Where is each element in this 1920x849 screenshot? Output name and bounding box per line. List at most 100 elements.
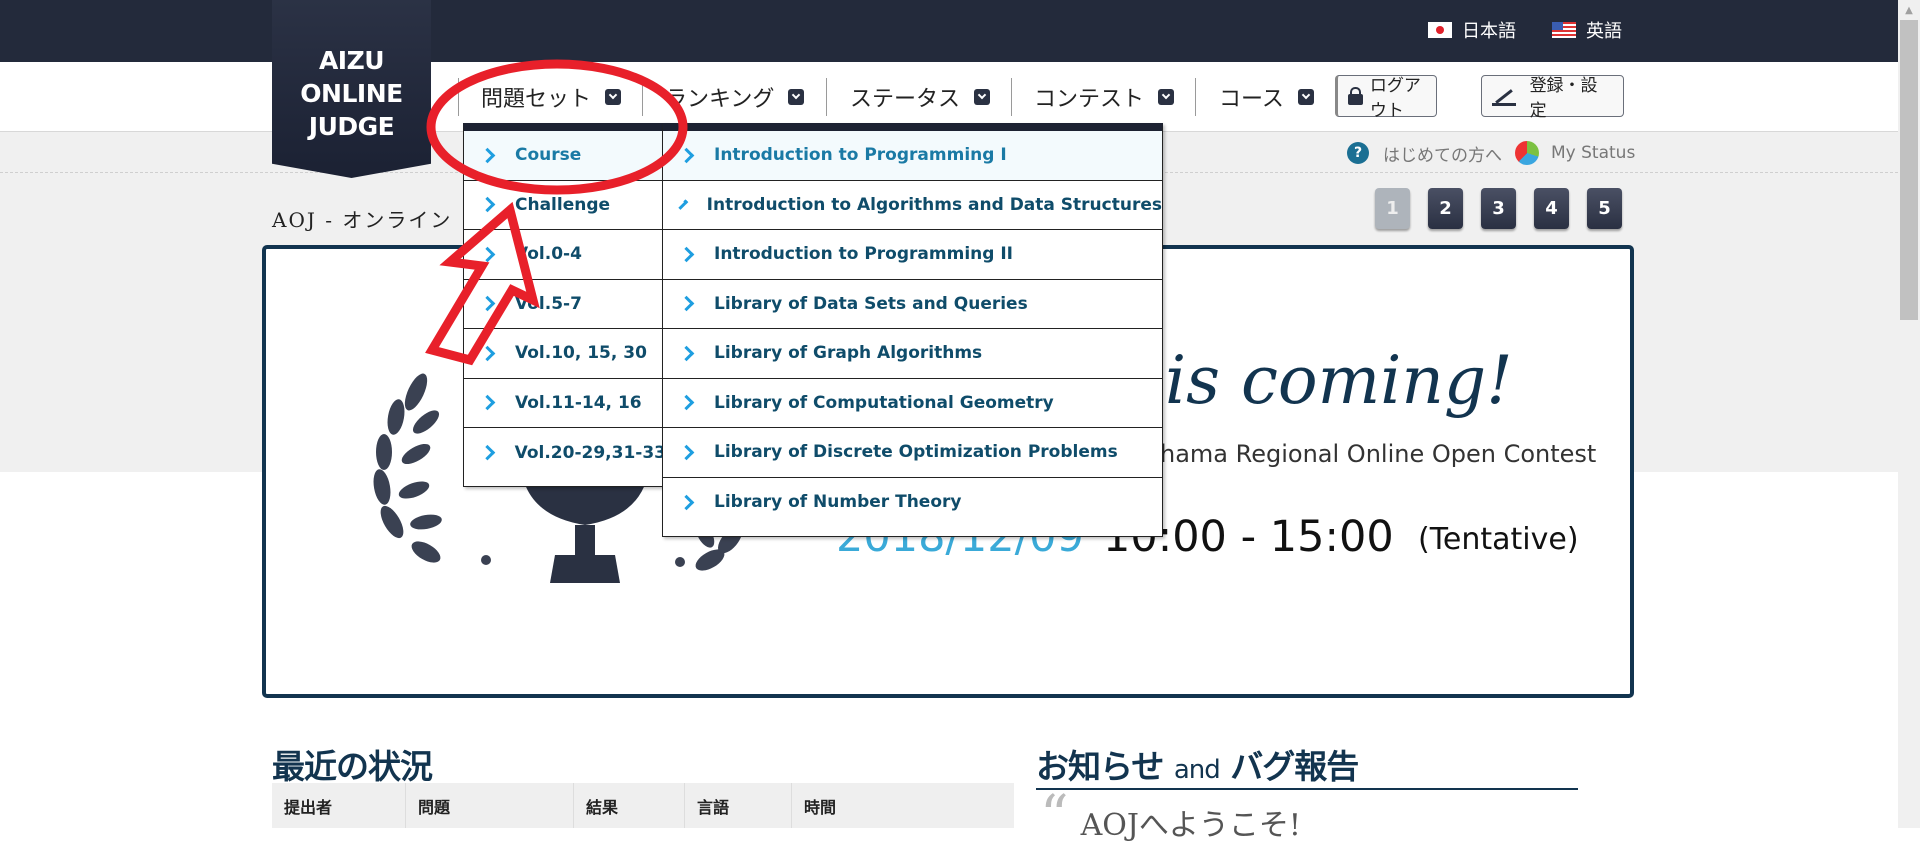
pager-page-4[interactable]: 4	[1534, 188, 1569, 229]
pager-page-3[interactable]: 3	[1481, 188, 1516, 229]
menu-item-vol-20-33[interactable]: Vol.20-29,31-33	[464, 428, 666, 478]
chevron-down-icon	[1297, 88, 1314, 105]
course-label: Introduction to Programming I	[714, 145, 1007, 166]
site-title: AOJ - オンライン プ	[272, 208, 483, 232]
course-item[interactable]: Introduction to Algorithms and Data Stru…	[663, 181, 1162, 230]
course-label: Library of Computational Geometry	[714, 392, 1054, 413]
chevron-right-icon	[479, 295, 496, 312]
lang-english-label: 英語	[1586, 21, 1622, 42]
chevron-right-icon	[678, 444, 695, 461]
nav-label: コース	[1219, 86, 1284, 112]
chevron-right-icon	[479, 394, 496, 411]
nav-ranking[interactable]: ランキング	[665, 62, 805, 131]
col-submitter[interactable]: 提出者	[272, 783, 406, 828]
us-flag-icon	[1552, 22, 1576, 38]
menu-item-label: Vol.20-29,31-33	[514, 442, 666, 463]
banner-subtitle: hama Regional Online Open Contest	[1160, 440, 1597, 468]
logo-line: JUDGE	[308, 112, 395, 141]
pager-page-2[interactable]: 2	[1428, 188, 1463, 229]
chevron-right-icon	[678, 147, 695, 164]
scrollbar-thumb[interactable]	[1900, 20, 1918, 320]
course-label: Library of Data Sets and Queries	[714, 293, 1028, 314]
nav-label: ランキング	[665, 86, 775, 112]
course-item[interactable]: Library of Data Sets and Queries	[663, 280, 1162, 329]
settings-label: 登録・設定	[1529, 76, 1598, 121]
my-status-link[interactable]: My Status	[1515, 140, 1635, 166]
menu-item-label: Course	[515, 145, 582, 166]
news-heading-a: お知らせ	[1036, 747, 1164, 786]
course-item[interactable]: Library of Graph Algorithms	[663, 329, 1162, 379]
logo-line: ONLINE	[300, 79, 403, 108]
site-logo[interactable]: AIZU ONLINE JUDGE	[272, 0, 431, 178]
banner-headline: is coming!	[1165, 342, 1513, 419]
lang-japanese-link[interactable]: 日本語	[1428, 16, 1516, 44]
chevron-right-icon	[677, 199, 689, 210]
nav-separator	[1011, 78, 1012, 116]
nav-status[interactable]: ステータス	[850, 62, 991, 131]
nav-course[interactable]: コース	[1219, 62, 1314, 131]
menu-item-label: Vol.11-14, 16	[515, 392, 642, 413]
lang-japanese-label: 日本語	[1462, 21, 1516, 42]
chevron-right-icon	[479, 147, 496, 164]
chevron-right-icon	[479, 246, 496, 263]
logout-label: ログアウト	[1369, 76, 1421, 121]
course-item[interactable]: Introduction to Programming II	[663, 230, 1162, 280]
chevron-right-icon	[479, 445, 495, 461]
scroll-up-icon[interactable]: ▲	[1900, 2, 1918, 18]
menu-item-label: Vol.0-4	[515, 244, 582, 265]
course-item[interactable]: Introduction to Programming I	[663, 131, 1162, 181]
menu-item-course[interactable]: Course	[464, 131, 666, 181]
pager-page-1[interactable]: 1	[1375, 188, 1410, 229]
nav-label: コンテスト	[1034, 86, 1145, 112]
pen-icon	[1492, 86, 1516, 106]
menu-item-label: Vol.5-7	[515, 293, 582, 314]
help-link[interactable]: ? はじめての方へ	[1347, 140, 1502, 166]
nav-problems[interactable]: 問題セット	[481, 62, 622, 131]
course-item[interactable]: Library of Number Theory	[663, 478, 1162, 528]
nav-separator	[458, 78, 459, 116]
banner-note: (Tentative)	[1418, 522, 1579, 557]
chevron-right-icon	[678, 246, 695, 263]
course-label: Library of Discrete Optimization Problem…	[714, 442, 1118, 463]
news-heading-b: バグ報告	[1230, 747, 1359, 786]
menu-item-vol-5-7[interactable]: Vol.5-7	[464, 280, 666, 329]
menu-item-challenge[interactable]: Challenge	[464, 181, 666, 230]
nav-separator	[642, 78, 643, 116]
news-heading-and: and	[1173, 755, 1221, 785]
col-result[interactable]: 結果	[574, 783, 685, 828]
menu-item-label: Vol.10, 15, 30	[515, 343, 647, 364]
recent-table-header: 提出者 問題 結果 言語 時間	[272, 783, 1014, 828]
chevron-right-icon	[479, 196, 496, 213]
logout-button[interactable]: ログアウト	[1335, 75, 1437, 121]
col-problem[interactable]: 問題	[406, 783, 574, 828]
col-time[interactable]: 時間	[792, 783, 1014, 828]
menu-item-vol-0-4[interactable]: Vol.0-4	[464, 230, 666, 280]
problems-category-menu: Course Challenge Vol.0-4 Vol.5-7 Vol.10,…	[463, 123, 667, 487]
pager-page-5[interactable]: 5	[1587, 188, 1622, 229]
settings-button[interactable]: 登録・設定	[1481, 75, 1624, 121]
chevron-right-icon	[678, 394, 695, 411]
chevron-right-icon	[678, 494, 695, 511]
course-label: Introduction to Programming II	[714, 244, 1013, 265]
menu-item-vol-11-14-16[interactable]: Vol.11-14, 16	[464, 379, 666, 428]
chevron-right-icon	[678, 295, 695, 312]
lock-icon	[1348, 87, 1363, 105]
lang-english-link[interactable]: 英語	[1552, 16, 1622, 44]
col-language[interactable]: 言語	[685, 783, 792, 828]
status-label: My Status	[1551, 143, 1636, 163]
course-item[interactable]: Library of Discrete Optimization Problem…	[663, 428, 1162, 478]
chevron-down-icon	[974, 88, 991, 105]
menu-item-vol-10-15-30[interactable]: Vol.10, 15, 30	[464, 329, 666, 379]
nav-label: ステータス	[850, 86, 961, 112]
quote-icon: “	[1040, 784, 1069, 849]
course-item[interactable]: Library of Computational Geometry	[663, 379, 1162, 428]
course-submenu: Introduction to Programming I Introducti…	[662, 123, 1163, 537]
chevron-down-icon	[788, 88, 805, 105]
help-label: はじめての方へ	[1383, 145, 1502, 166]
nav-contest[interactable]: コンテスト	[1034, 62, 1175, 131]
course-label: Introduction to Algorithms and Data Stru…	[706, 194, 1162, 215]
nav-separator	[1195, 78, 1196, 116]
chevron-down-icon	[605, 88, 622, 105]
news-heading: お知らせ and バグ報告	[1036, 740, 1578, 790]
jp-flag-icon	[1428, 22, 1452, 38]
